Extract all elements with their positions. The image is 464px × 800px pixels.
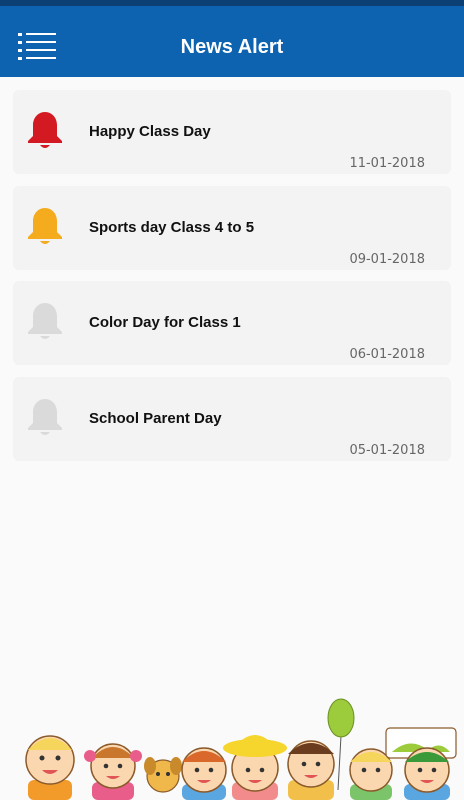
alert-date: 09-01-2018: [349, 251, 425, 267]
alert-title: School Parent Day: [89, 409, 222, 427]
alert-card[interactable]: Sports day Class 4 to 5 09-01-2018: [13, 185, 451, 270]
bell-icon: [28, 303, 62, 339]
alert-title: Happy Class Day: [89, 123, 211, 140]
kids-illustration: [25, 698, 457, 800]
alert-card[interactable]: School Parent Day 05-01-2018: [13, 376, 451, 461]
alert-card[interactable]: Color Day for Class 1 06-01-2018: [13, 281, 451, 365]
alert-date: 11-01-2018: [349, 156, 425, 171]
bell-icon: [28, 207, 62, 244]
alert-title: Color Day for Class 1: [89, 314, 241, 331]
app-header: News Alert: [0, 6, 464, 77]
alert-card[interactable]: Happy Class Day 11-01-2018: [13, 90, 451, 174]
bell-icon: [28, 112, 62, 148]
alert-date: 05-01-2018: [349, 442, 425, 458]
alert-list: Happy Class Day 11-01-2018 Sports day Cl…: [13, 90, 451, 472]
bell-icon: [28, 398, 62, 435]
alert-date: 06-01-2018: [349, 347, 425, 362]
page-title: News Alert: [180, 36, 284, 58]
alert-title: Sports day Class 4 to 5: [89, 218, 255, 236]
